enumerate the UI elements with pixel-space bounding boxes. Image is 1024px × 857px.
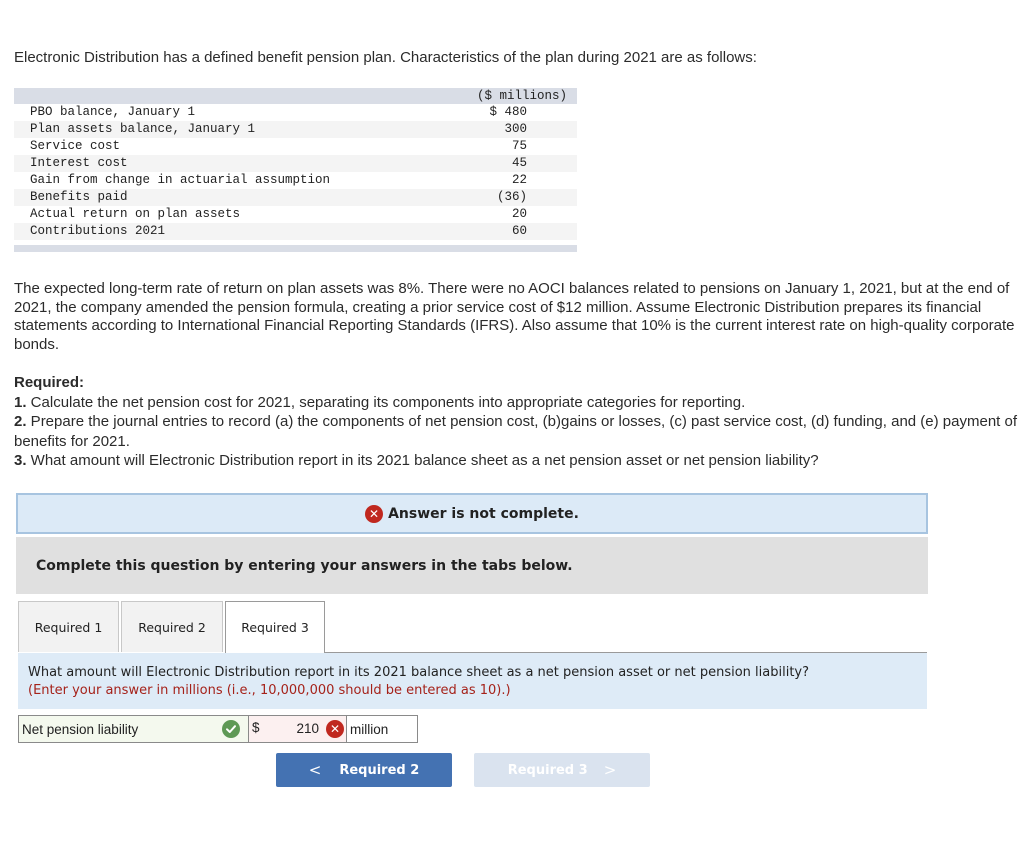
row-value: 22 bbox=[413, 172, 577, 189]
next-button-label: Required 3 bbox=[507, 762, 588, 778]
row-label: Benefits paid bbox=[14, 189, 413, 206]
table-row: Plan assets balance, January 1 300 bbox=[14, 121, 577, 138]
required-item-2: 2. Prepare the journal entries to record… bbox=[14, 412, 1024, 451]
table-row: Service cost 75 bbox=[14, 138, 577, 155]
problem-intro: Electronic Distribution has a defined be… bbox=[14, 49, 757, 66]
answer-row: Net pension liability $ ✕ million bbox=[18, 715, 418, 743]
table-row: Interest cost 45 bbox=[14, 155, 577, 172]
table-row: Benefits paid (36) bbox=[14, 189, 577, 206]
answer-value-cell: $ ✕ bbox=[249, 716, 347, 742]
row-value: $ 480 bbox=[413, 104, 577, 121]
tab-required-2[interactable]: Required 2 bbox=[121, 601, 223, 652]
required-number: 2. bbox=[14, 413, 27, 430]
table-row: Gain from change in actuarial assumption… bbox=[14, 172, 577, 189]
table-footer-bar bbox=[14, 245, 577, 252]
next-required-button[interactable]: Required 3 > bbox=[474, 753, 650, 787]
row-label: Actual return on plan assets bbox=[14, 206, 413, 223]
plan-characteristics-table: ($ millions) PBO balance, January 1 $ 480… bbox=[14, 88, 577, 252]
tab-required-3[interactable]: Required 3 bbox=[225, 601, 325, 655]
chevron-left-icon: < bbox=[308, 761, 322, 779]
required-item-1: 1. Calculate the net pension cost for 20… bbox=[14, 393, 1024, 413]
x-circle-icon: ✕ bbox=[365, 504, 384, 523]
answer-label-cell[interactable]: Net pension liability bbox=[19, 716, 249, 742]
row-value: 60 bbox=[413, 223, 577, 240]
currency-symbol: $ bbox=[252, 720, 260, 735]
required-heading: Required: bbox=[14, 374, 85, 391]
question-hint: (Enter your answer in millions (i.e., 10… bbox=[28, 683, 511, 698]
answer-status-banner: ✕ Answer is not complete. bbox=[16, 493, 928, 534]
problem-paragraph: The expected long-term rate of return on… bbox=[14, 280, 1015, 353]
question-text: What amount will Electronic Distribution… bbox=[28, 665, 810, 680]
required-text: What amount will Electronic Distribution… bbox=[26, 452, 819, 469]
row-value: 300 bbox=[413, 121, 577, 138]
row-label: Plan assets balance, January 1 bbox=[14, 121, 413, 138]
required-text: Prepare the journal entries to record (a… bbox=[14, 413, 1018, 450]
instructions-text: Complete this question by entering your … bbox=[36, 557, 573, 574]
row-value: 75 bbox=[413, 138, 577, 155]
required-number: 1. bbox=[14, 393, 27, 411]
question-panel: What amount will Electronic Distribution… bbox=[18, 653, 927, 709]
row-value: 20 bbox=[413, 206, 577, 223]
required-text: Calculate the net pension cost for 2021,… bbox=[26, 393, 746, 411]
row-value: (36) bbox=[413, 189, 577, 206]
tab-required-1[interactable]: Required 1 bbox=[18, 601, 119, 652]
answer-unit-cell: million bbox=[347, 716, 417, 742]
row-label: Service cost bbox=[14, 138, 413, 155]
row-label: PBO balance, January 1 bbox=[14, 104, 413, 121]
row-label: Contributions 2021 bbox=[14, 223, 413, 240]
answer-amount-input[interactable] bbox=[263, 717, 319, 739]
instructions-bar: Complete this question by entering your … bbox=[16, 537, 928, 594]
row-label: Interest cost bbox=[14, 155, 413, 172]
table-row: Contributions 2021 60 bbox=[14, 223, 577, 240]
prev-button-label: Required 2 bbox=[339, 762, 420, 778]
table-row: Actual return on plan assets 20 bbox=[14, 206, 577, 223]
required-number: 3. bbox=[14, 452, 27, 469]
check-circle-icon bbox=[222, 720, 240, 738]
tab-bar: Required 1 Required 2 Required 3 bbox=[18, 601, 327, 655]
answer-status-text: Answer is not complete. bbox=[388, 505, 579, 522]
x-circle-icon: ✕ bbox=[326, 720, 344, 738]
required-item-3: 3. What amount will Electronic Distribut… bbox=[14, 451, 1024, 471]
row-value: 45 bbox=[413, 155, 577, 172]
answer-unit: million bbox=[350, 721, 389, 737]
prev-required-button[interactable]: < Required 2 bbox=[276, 753, 452, 787]
answer-label: Net pension liability bbox=[22, 721, 139, 737]
table-header-units: ($ millions) bbox=[14, 88, 577, 104]
chevron-right-icon: > bbox=[603, 761, 617, 779]
table-row: PBO balance, January 1 $ 480 bbox=[14, 104, 577, 121]
required-section: Required: 1. Calculate the net pension c… bbox=[14, 373, 1024, 471]
row-label: Gain from change in actuarial assumption bbox=[14, 172, 413, 189]
